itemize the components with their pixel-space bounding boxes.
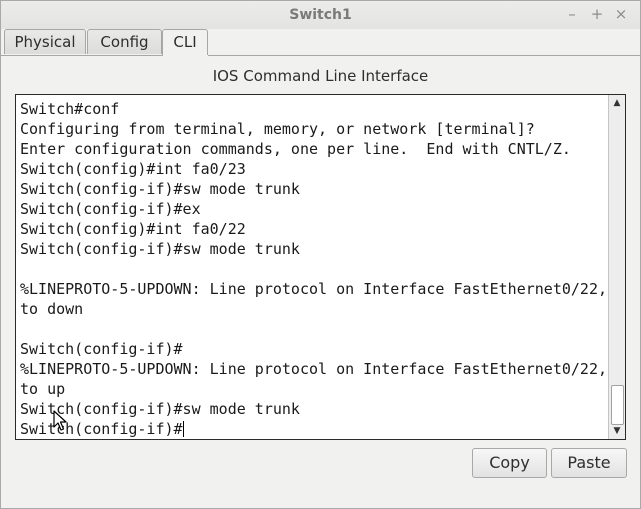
terminal-line: Switch(config)#int fa0/22: [20, 219, 610, 239]
tab-cli[interactable]: CLI: [162, 29, 208, 56]
terminal-line-text: Switch(config)#int fa0/22: [20, 220, 246, 238]
window-title: Switch1: [289, 7, 352, 23]
terminal-line: %LINEPROTO-5-UPDOWN: Line protocol on In…: [20, 279, 610, 299]
terminal-line: Switch(config-if)#: [20, 339, 610, 359]
terminal-line: Switch(config-if)#sw mode trunk: [20, 179, 610, 199]
terminal-line-text: %LINEPROTO-5-UPDOWN: Line protocol on In…: [20, 280, 607, 298]
terminal-line: %LINEPROTO-5-UPDOWN: Line protocol on In…: [20, 359, 610, 379]
scroll-down-icon[interactable]: ▼: [609, 424, 625, 438]
terminal-line: Switch(config-if)#: [20, 419, 610, 439]
terminal-line: to down: [20, 299, 610, 319]
terminal-line-text: Switch(config-if)#: [20, 420, 183, 438]
terminal-line-text: Switch#conf: [20, 100, 120, 118]
terminal-output[interactable]: Switch#conf Configuring from terminal, me…: [20, 99, 610, 439]
active-tab-gap: [163, 55, 208, 56]
terminal-line-text: Configuring from terminal, memory, or ne…: [20, 120, 535, 138]
terminal-line-text: Enter configuration commands, one per li…: [20, 140, 571, 158]
cli-terminal[interactable]: Switch#conf Configuring from terminal, me…: [15, 94, 626, 440]
paste-button[interactable]: Paste: [551, 448, 627, 478]
copy-button[interactable]: Copy: [472, 448, 547, 478]
terminal-line-text: %LINEPROTO-5-UPDOWN: Line protocol on In…: [20, 360, 607, 378]
terminal-line-text: Switch(config-if)#ex: [20, 200, 201, 218]
terminal-line: Switch(config-if)#sw mode trunk: [20, 399, 610, 419]
tab-config[interactable]: Config: [87, 29, 162, 54]
terminal-line-text: to up: [20, 380, 66, 398]
terminal-line-text: to down: [20, 300, 84, 318]
terminal-line-text: Switch(config-if)#sw mode trunk: [20, 240, 300, 258]
vertical-scrollbar[interactable]: ▲ ▼: [608, 95, 625, 439]
terminal-line-text: Switch(config)#int fa0/23: [20, 160, 246, 178]
terminal-line-text: Switch(config-if)#sw mode trunk: [20, 180, 300, 198]
minimize-icon[interactable]: –: [563, 5, 581, 23]
terminal-line: Switch(config-if)#sw mode trunk: [20, 239, 610, 259]
terminal-line: Switch(config)#int fa0/23: [20, 159, 610, 179]
tab-bar: Physical Config CLI: [1, 29, 640, 56]
scroll-thumb[interactable]: [611, 385, 624, 425]
terminal-line: to up: [20, 379, 610, 399]
title-bar[interactable]: Switch1 – + ×: [1, 1, 640, 29]
arrow-cursor-icon: [53, 410, 67, 431]
close-icon[interactable]: ×: [612, 5, 630, 23]
panel-heading: IOS Command Line Interface: [212, 67, 429, 85]
app-window: Switch1 – + × Physical Config CLI IOS Co…: [0, 0, 641, 509]
terminal-line: Switch#conf: [20, 99, 610, 119]
terminal-line: Switch(config-if)#ex: [20, 199, 610, 219]
scroll-up-icon[interactable]: ▲: [609, 96, 625, 110]
tab-divider: [1, 55, 640, 56]
terminal-line: Enter configuration commands, one per li…: [20, 139, 610, 159]
text-caret: [182, 421, 184, 437]
tab-physical[interactable]: Physical: [4, 29, 86, 54]
terminal-line-text: Switch(config-if)#: [20, 340, 183, 358]
maximize-icon[interactable]: +: [588, 5, 606, 23]
terminal-line: Configuring from terminal, memory, or ne…: [20, 119, 610, 139]
